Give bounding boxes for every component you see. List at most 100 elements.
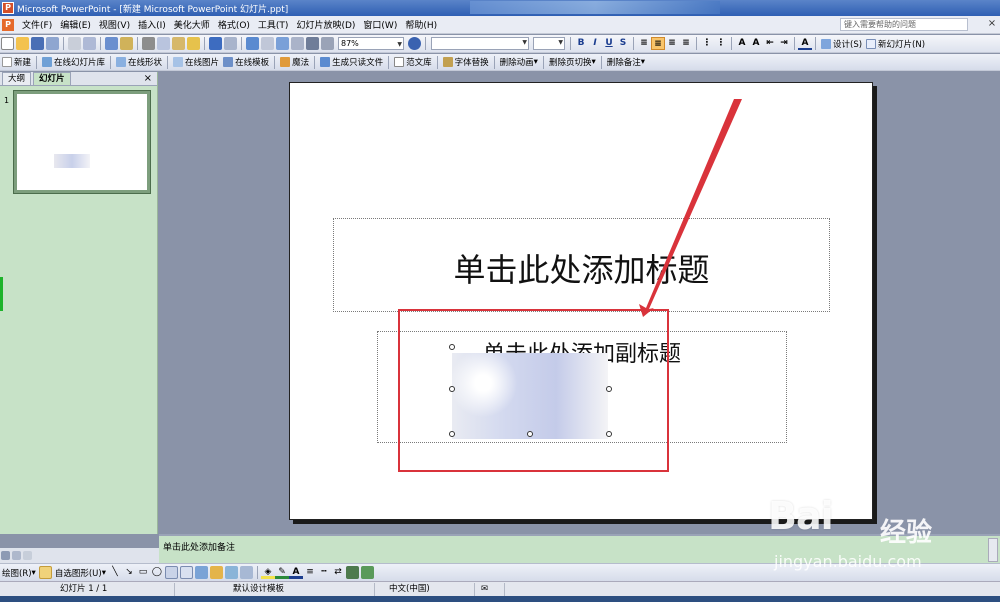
menu-beautify[interactable]: 美化大师 — [170, 18, 214, 31]
picture-icon[interactable] — [239, 566, 253, 579]
menu-file[interactable]: 文件(F) — [18, 18, 56, 31]
chevron-down-icon: ▾ — [31, 567, 36, 578]
font-replace-button[interactable]: 字体替换 — [442, 56, 489, 68]
print-preview-icon[interactable] — [83, 37, 96, 50]
paste-icon[interactable] — [172, 37, 185, 50]
menu-slideshow[interactable]: 幻灯片放映(D) — [292, 18, 359, 31]
research-icon[interactable] — [120, 37, 133, 50]
dash-style-icon[interactable]: ┅ — [317, 566, 331, 579]
clipart-icon[interactable] — [224, 566, 238, 579]
save-icon[interactable] — [31, 37, 44, 50]
delete-transition-button[interactable]: 删除页切换 ▾ — [549, 56, 596, 68]
textbox-icon[interactable] — [164, 566, 178, 579]
menu-view[interactable]: 视图(V) — [95, 18, 134, 31]
menu-format[interactable]: 格式(O) — [214, 18, 254, 31]
cut-icon[interactable] — [142, 37, 155, 50]
shadow-style-icon[interactable] — [345, 566, 359, 579]
close-icon[interactable]: × — [144, 72, 152, 85]
shadow-button[interactable]: S — [616, 37, 630, 50]
close-window-icon[interactable]: × — [987, 19, 997, 29]
fill-color-icon[interactable]: ◈ — [260, 566, 275, 579]
online-shapes-button[interactable]: 在线形状 — [116, 56, 162, 68]
online-slide-library-button[interactable]: 在线幻灯片库 — [42, 56, 105, 68]
open-folder-icon[interactable] — [16, 37, 29, 50]
print-icon[interactable] — [68, 37, 81, 50]
bold-button[interactable]: B — [574, 37, 588, 50]
help-search-input[interactable]: 键入需要帮助的问题 — [840, 18, 968, 31]
line-color-icon[interactable]: ✎ — [274, 566, 289, 579]
grayscale-icon[interactable] — [306, 37, 319, 50]
align-left-icon[interactable]: ≡ — [637, 37, 651, 50]
align-center-icon[interactable]: ≡ — [651, 37, 665, 50]
insert-chart-icon[interactable] — [246, 37, 259, 50]
tables-borders-icon[interactable] — [276, 37, 289, 50]
italic-button[interactable]: I — [588, 37, 602, 50]
line-style-icon[interactable]: ≡ — [303, 566, 317, 579]
magic-button[interactable]: 魔法 — [280, 56, 309, 68]
menu-help[interactable]: 帮助(H) — [401, 18, 441, 31]
slide-canvas[interactable]: 单击此处添加标题 单击此处添加副标题 — [289, 82, 873, 520]
diagram-icon[interactable] — [209, 566, 223, 579]
insert-table-icon[interactable] — [261, 37, 274, 50]
align-right-icon[interactable]: ≡ — [665, 37, 679, 50]
numbering-icon[interactable]: ⋮ — [700, 37, 714, 50]
font-name-select[interactable]: ▼ — [431, 37, 529, 50]
draw-menu-button[interactable]: 绘图(R) ▾ — [2, 567, 36, 579]
arrow-style-icon[interactable]: ⇄ — [331, 566, 345, 579]
delete-notes-button[interactable]: 删除备注 ▾ — [607, 56, 645, 68]
spelling-icon[interactable] — [105, 37, 118, 50]
online-pictures-button[interactable]: 在线图片 — [173, 56, 219, 68]
increase-font-icon[interactable]: A — [735, 37, 749, 50]
undo-icon[interactable] — [209, 37, 222, 50]
tab-slides[interactable]: 幻灯片 — [33, 72, 71, 85]
bullets-icon[interactable]: ⋮ — [714, 37, 728, 50]
font-color-icon[interactable]: A — [798, 37, 812, 50]
insert-picture-icon[interactable] — [291, 37, 304, 50]
underline-button[interactable]: U — [602, 37, 616, 50]
powerpoint-app-icon[interactable]: P — [2, 2, 14, 14]
redo-icon[interactable] — [224, 37, 237, 50]
autoshapes-menu-button[interactable]: 自选图形(U) ▾ — [55, 567, 106, 579]
slideshow-view-icon[interactable] — [23, 551, 32, 560]
decrease-font-icon[interactable]: A — [749, 37, 763, 50]
online-templates-button[interactable]: 在线模板 — [223, 56, 269, 68]
3d-style-icon[interactable] — [360, 566, 374, 579]
help-icon[interactable] — [408, 37, 421, 50]
show-grid-icon[interactable] — [321, 37, 334, 50]
justify-icon[interactable]: ≡ — [679, 37, 693, 50]
new-slide-button[interactable]: 新幻灯片(N) — [866, 38, 925, 50]
design-button[interactable]: 设计(S) — [821, 38, 862, 50]
zoom-select[interactable]: 87% ▼ — [338, 37, 404, 50]
sample-library-label: 范文库 — [406, 58, 432, 68]
menu-insert[interactable]: 插入(I) — [134, 18, 170, 31]
delete-animation-button[interactable]: 删除动画 ▾ — [500, 56, 538, 68]
rectangle-icon[interactable]: ▭ — [136, 566, 150, 579]
permission-icon[interactable] — [46, 37, 59, 50]
draw-font-color-icon[interactable]: A — [288, 566, 303, 579]
pane-resize-indicator[interactable] — [0, 277, 3, 311]
addin-new-button[interactable]: 新建 — [2, 56, 31, 68]
title-placeholder[interactable]: 单击此处添加标题 — [333, 218, 830, 312]
read-only-file-button[interactable]: 生成只读文件 — [320, 56, 383, 68]
format-painter-icon[interactable] — [187, 37, 200, 50]
slide-thumbnail[interactable] — [13, 90, 151, 194]
increase-indent-icon[interactable]: ⇥ — [777, 37, 791, 50]
new-file-icon[interactable] — [1, 37, 14, 50]
arrow-icon[interactable]: ↘ — [122, 566, 136, 579]
menu-edit[interactable]: 编辑(E) — [56, 18, 95, 31]
slide-sorter-icon[interactable] — [12, 551, 21, 560]
sample-library-button[interactable]: 范文库 — [394, 56, 432, 68]
normal-view-icon[interactable] — [1, 551, 10, 560]
oval-icon[interactable]: ◯ — [150, 566, 164, 579]
vertical-textbox-icon[interactable] — [179, 566, 193, 579]
document-icon[interactable]: P — [2, 18, 14, 31]
select-objects-icon[interactable] — [38, 566, 52, 579]
menu-window[interactable]: 窗口(W) — [359, 18, 401, 31]
menu-tools[interactable]: 工具(T) — [254, 18, 293, 31]
tab-outline[interactable]: 大纲 — [2, 72, 32, 85]
font-size-select[interactable]: ▼ — [533, 37, 565, 50]
wordart-icon[interactable] — [194, 566, 208, 579]
line-icon[interactable]: ╲ — [108, 566, 122, 579]
copy-icon[interactable] — [157, 37, 170, 50]
decrease-indent-icon[interactable]: ⇤ — [763, 37, 777, 50]
